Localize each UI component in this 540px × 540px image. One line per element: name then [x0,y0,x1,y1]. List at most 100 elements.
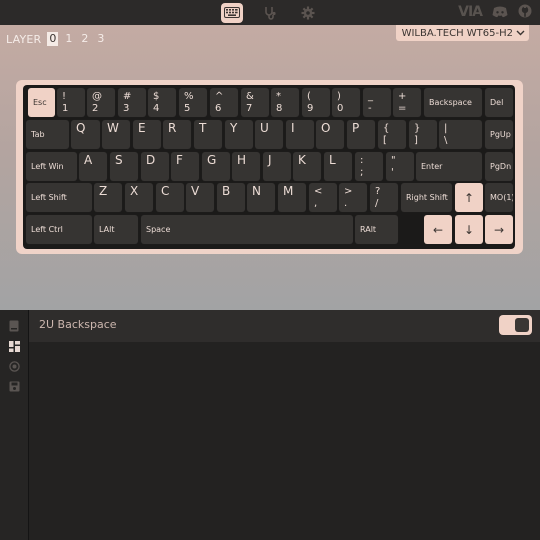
key-r1-c1[interactable]: Q [70,119,101,150]
layer-button-2[interactable]: 2 [79,32,90,46]
key-r2-c4[interactable]: F [170,151,200,182]
key-r1-c6[interactable]: Y [224,119,254,150]
key-r2-c10[interactable]: :; [354,151,384,182]
key-r2-c11[interactable]: " ' [385,151,415,182]
key-r4-c4[interactable]: ← [423,214,453,245]
device-selector[interactable]: WILBA.TECH WT65-H2 [395,25,529,41]
key-r3-c5[interactable]: B [216,182,246,213]
key-r3-c6[interactable]: N [246,182,276,213]
key-r2-c12[interactable]: Enter [415,151,483,182]
keycap: L [324,152,352,181]
key-r0-c13[interactable]: Backspace [423,87,483,118]
key-r0-c8[interactable]: * 8 [270,87,300,118]
discord-icon[interactable] [492,3,508,22]
gear-icon[interactable] [297,3,319,23]
key-legend-top: P [352,121,360,135]
layer-button-1[interactable]: 1 [63,32,74,46]
key-r3-c12[interactable]: ↑ [454,182,484,213]
key-r1-c7[interactable]: U [254,119,284,150]
keycap: U [255,120,283,149]
key-r2-c2[interactable]: S [109,151,139,182]
key-legend-bottom: 5 [184,102,191,114]
key-r0-c5[interactable]: % 5 [178,87,208,118]
key-r2-c8[interactable]: K [292,151,322,182]
keyboard-icon[interactable] [221,2,243,23]
key-r2-c5[interactable]: G [201,151,231,182]
key-r0-c12[interactable]: + = [392,87,422,118]
key-r0-c10[interactable]: ) 0 [331,87,361,118]
key-r4-c2[interactable]: Space [140,214,354,245]
layout-icon[interactable] [8,340,20,352]
key-r1-c11[interactable]: {[ [377,119,407,150]
key-r4-c5[interactable]: ↓ [454,214,484,245]
key-r3-c1[interactable]: Z [93,182,123,213]
key-legend-top: ↑ [463,190,475,205]
layer-button-3[interactable]: 3 [95,32,106,46]
keycap: Left Shift [26,183,92,212]
key-r0-c11[interactable]: _ - [362,87,392,118]
key-r1-c10[interactable]: P [346,119,376,150]
book-icon[interactable] [8,320,20,332]
key-r2-c0[interactable]: Left Win [25,151,78,182]
key-r1-c9[interactable]: O [315,119,345,150]
key-r2-c1[interactable]: A [78,151,108,182]
key-r0-c3[interactable]: #3 [117,87,147,118]
key-legend-top: Esc [33,98,47,107]
key-r1-c2[interactable]: W [101,119,131,150]
keycap: Right Shift [401,183,452,212]
save-icon[interactable] [8,380,20,392]
via-logo: VIA [458,4,483,20]
key-legend-top: O [321,121,331,135]
key-legend-bottom: , [314,197,318,209]
key-r4-c1[interactable]: LAlt [93,214,139,245]
key-r2-c13[interactable]: PgDn [484,151,514,182]
key-r4-c3[interactable]: RAlt [354,214,399,245]
stethoscope-icon[interactable] [259,3,281,23]
key-r1-c8[interactable]: I [285,119,315,150]
key-r3-c2[interactable]: X [124,182,154,213]
key-r1-c3[interactable]: E [132,119,162,150]
key-r1-c13[interactable]: | \ [438,119,483,150]
keycap: H [232,152,260,181]
key-r4-c6[interactable]: → [484,214,514,245]
key-r3-c4[interactable]: V [185,182,215,213]
key-r3-c7[interactable]: M [277,182,307,213]
key-r0-c9[interactable]: (9 [301,87,331,118]
key-r4-c0[interactable]: Left Ctrl [25,214,93,245]
key-r0-c1[interactable]: ! 1 [56,87,86,118]
key-r0-c2[interactable]: @2 [86,87,116,118]
key-r1-c0[interactable]: Tab [25,119,70,150]
key-r0-c6[interactable]: ^ 6 [209,87,239,118]
key-r3-c0[interactable]: Left Shift [25,182,93,213]
keycap: ↓ [455,215,483,244]
key-legend-top: < [314,185,323,197]
key-legend-top: Enter [421,162,443,171]
key-r0-c7[interactable]: & 7 [240,87,270,118]
backspace-toggle[interactable] [499,315,532,335]
layer-button-0[interactable]: 0 [47,32,59,46]
key-r3-c8[interactable]: <, [308,182,338,213]
key-r1-c12[interactable]: }] [408,119,438,150]
key-r3-c13[interactable]: MO(1) [484,182,514,213]
key-r1-c14[interactable]: PgUp [484,119,514,150]
key-r0-c4[interactable]: $4 [147,87,177,118]
key-r3-c3[interactable]: C [155,182,185,213]
key-r1-c5[interactable]: T [193,119,223,150]
key-r2-c6[interactable]: H [231,151,261,182]
key-r0-c14[interactable]: Del [484,87,514,118]
key-r3-c11[interactable]: Right Shift [400,182,453,213]
key-r2-c7[interactable]: J [262,151,292,182]
key-r3-c9[interactable]: >. [338,182,368,213]
key-legend-bottom: . [344,197,348,209]
key-r2-c3[interactable]: D [140,151,170,182]
circle-icon[interactable] [8,360,20,372]
key-legend-bottom: ] [414,134,418,146]
key-r2-c9[interactable]: L [323,151,353,182]
keycap: Space [141,215,353,244]
github-icon[interactable] [518,3,532,22]
key-r3-c10[interactable]: ? / [369,182,399,213]
key-r0-c0[interactable]: Esc [27,87,56,118]
key-legend-top: > [344,185,353,197]
key-r1-c4[interactable]: R [162,119,192,150]
key-legend-top: _ [368,90,373,102]
